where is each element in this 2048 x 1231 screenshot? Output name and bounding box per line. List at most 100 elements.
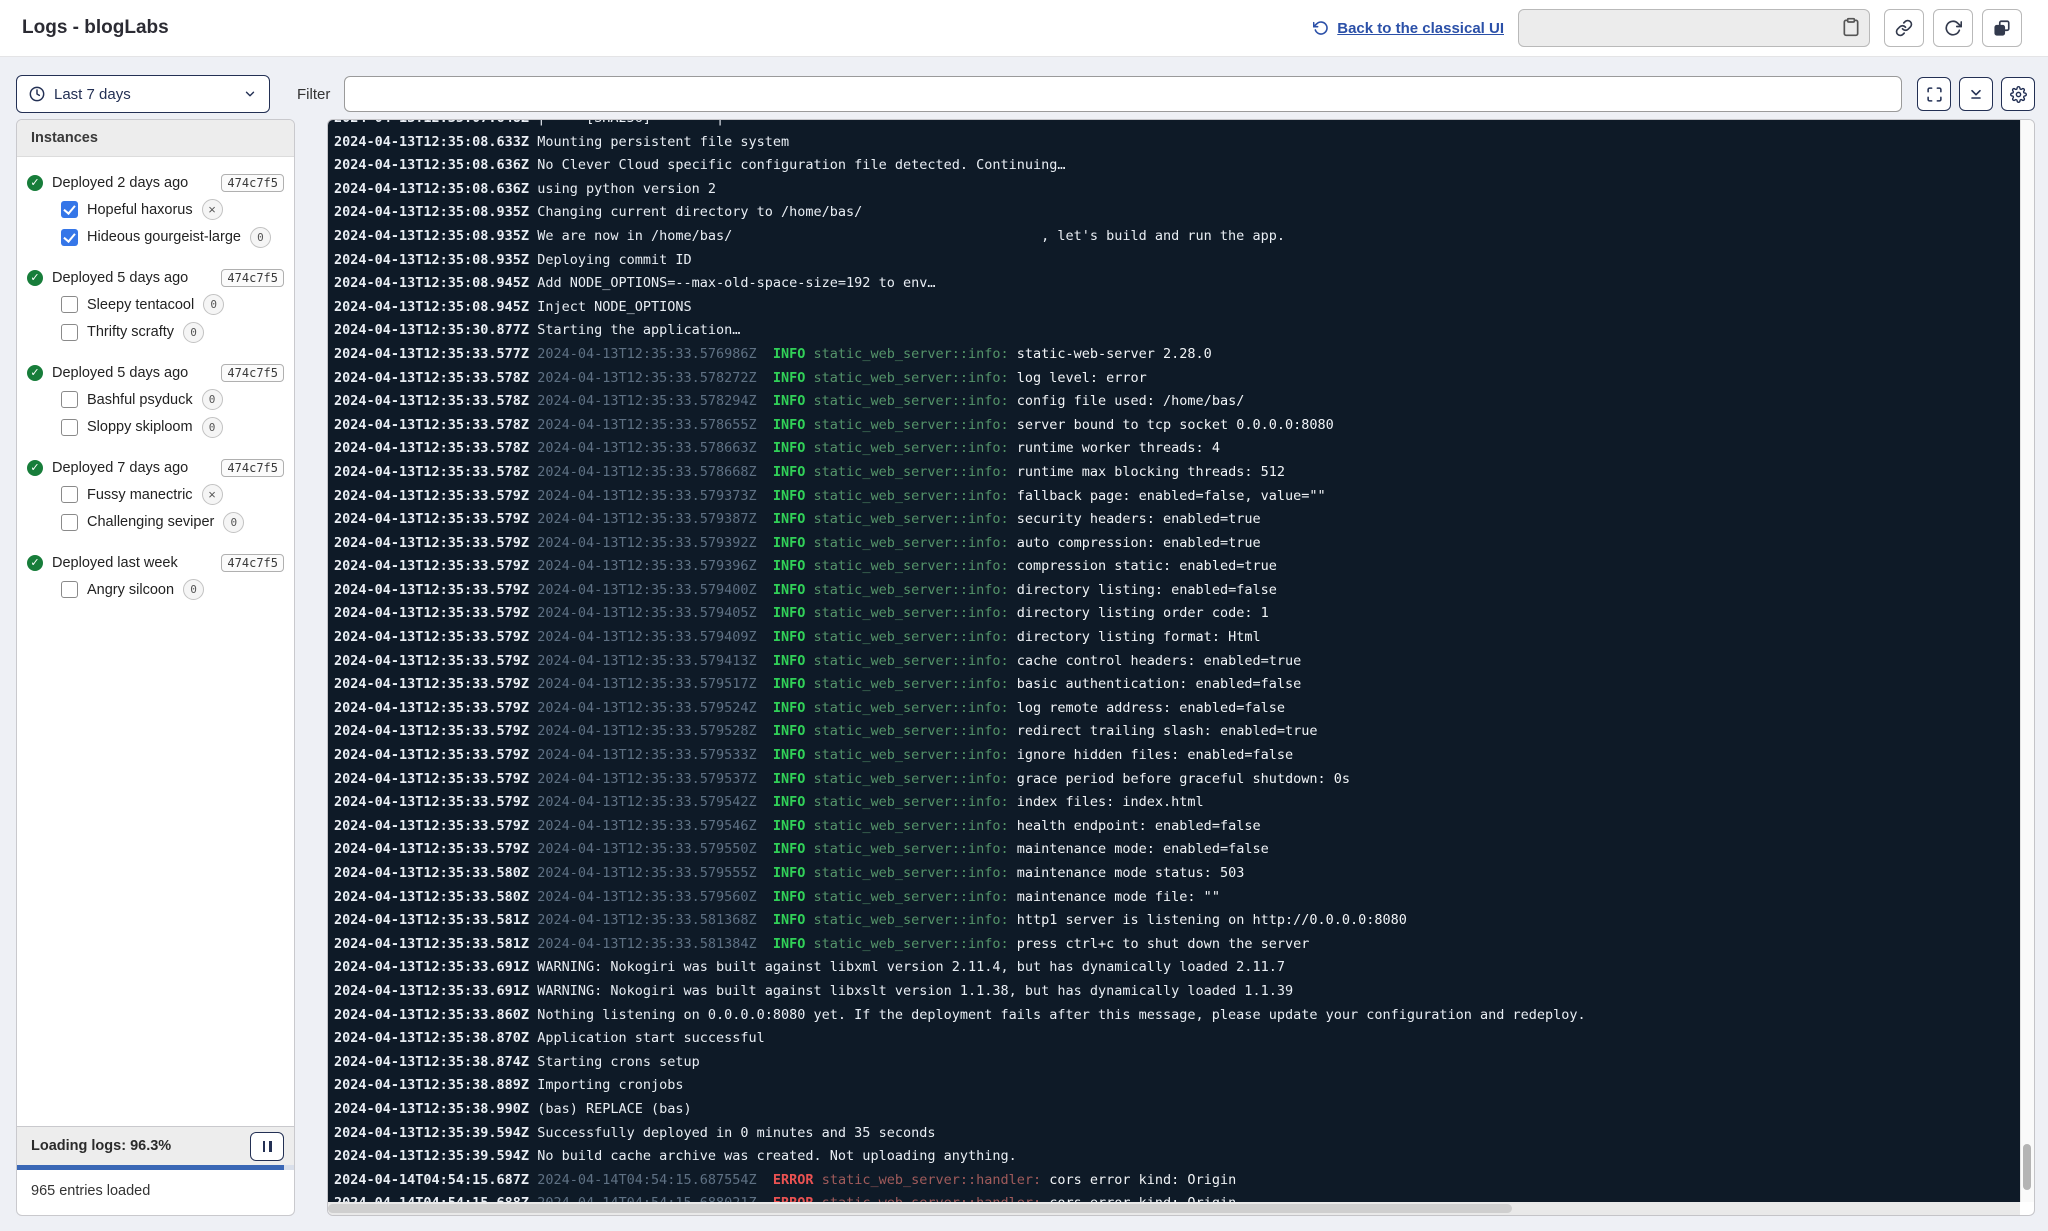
top-bar-actions: Back to the classical UI [1313, 9, 2022, 47]
log-level: INFO [773, 605, 814, 621]
log-line: 2024-04-13T12:35:33.579Z 2024-04-13T12:3… [334, 673, 2020, 697]
log-level: INFO [773, 511, 814, 527]
copy-link-button[interactable] [1884, 9, 1924, 47]
instance-row[interactable]: Sloppy skiploom0 [27, 414, 284, 442]
horizontal-scrollbar-thumb[interactable] [328, 1204, 1512, 1213]
log-level: INFO [773, 771, 814, 787]
instance-checkbox[interactable] [61, 296, 78, 313]
log-timestamp: 2024-04-13T12:35:33.580Z [334, 889, 537, 905]
deployment-label: Deployed 5 days ago [52, 270, 188, 286]
instance-row[interactable]: Sleepy tentacool0 [27, 291, 284, 319]
log-message: auto compression: enabled=true [1017, 535, 1261, 551]
log-timestamp: 2024-04-13T12:35:33.579Z [334, 488, 537, 504]
vertical-scrollbar-thumb[interactable] [2023, 1144, 2031, 1190]
instance-checkbox[interactable] [61, 486, 78, 503]
log-console: 2024-04-13T12:35:07.648Z | [SHA256] |202… [327, 119, 2035, 1216]
log-level: INFO [773, 440, 814, 456]
log-timestamp-precise: 2024-04-14T04:54:15.687554Z [537, 1172, 773, 1188]
instance-row[interactable]: Hopeful haxorus× [27, 196, 284, 224]
log-timestamp-precise: 2024-04-13T12:35:33.579537Z [537, 771, 773, 787]
instance-name: Sloppy skiploom [87, 419, 193, 435]
content-area: Instances ✓Deployed 2 days ago474c7f5Hop… [16, 119, 2035, 1216]
back-link-label: Back to the classical UI [1337, 20, 1504, 37]
log-timestamp: 2024-04-13T12:35:33.581Z [334, 936, 537, 952]
instance-row[interactable]: Fussy manectric× [27, 481, 284, 509]
instance-checkbox[interactable] [61, 229, 78, 246]
vertical-scrollbar[interactable] [2020, 120, 2034, 1202]
log-timestamp-precise: 2024-04-13T12:35:33.579405Z [537, 605, 773, 621]
instance-row[interactable]: Angry silcoon0 [27, 576, 284, 604]
log-timestamp: 2024-04-13T12:35:33.579Z [334, 794, 537, 810]
duplicate-view-button[interactable] [1982, 9, 2022, 47]
deployment-group-header[interactable]: ✓Deployed 5 days ago474c7f5 [27, 359, 284, 386]
deployment-label: Deployed 2 days ago [52, 175, 188, 191]
log-timestamp: 2024-04-13T12:35:07.648Z [334, 120, 537, 126]
deployment-group-header[interactable]: ✓Deployed 5 days ago474c7f5 [27, 264, 284, 291]
log-message: log remote address: enabled=false [1017, 700, 1285, 716]
date-range-select[interactable]: Last 7 days [16, 75, 270, 113]
instance-name: Angry silcoon [87, 582, 174, 598]
loading-logs-panel: Loading logs: 96.3% 965 entries loaded [17, 1126, 294, 1215]
log-message: Application start successful [537, 1030, 765, 1046]
log-message: directory listing order code: 1 [1017, 605, 1269, 621]
log-message: redirect trailing slash: enabled=true [1017, 723, 1318, 739]
back-to-classical-ui-link[interactable]: Back to the classical UI [1313, 20, 1504, 37]
instance-checkbox[interactable] [61, 514, 78, 531]
log-source: static_web_server::info: [814, 535, 1017, 551]
log-timestamp: 2024-04-14T04:54:15.687Z [334, 1172, 537, 1188]
instance-row[interactable]: Bashful psyduck0 [27, 386, 284, 414]
instance-checkbox[interactable] [61, 324, 78, 341]
refresh-button[interactable] [1933, 9, 1973, 47]
log-message: fallback page: enabled=false, value="" [1017, 488, 1326, 504]
log-timestamp-precise: 2024-04-13T12:35:33.579533Z [537, 747, 773, 763]
scroll-to-bottom-button[interactable] [1959, 77, 1993, 111]
log-line: 2024-04-13T12:35:33.578Z 2024-04-13T12:3… [334, 367, 2020, 391]
clipboard-icon[interactable] [1841, 17, 1861, 37]
log-message: config file used: /home/bas/ [1017, 393, 1245, 409]
log-message: ignore hidden files: enabled=false [1017, 747, 1293, 763]
instance-row[interactable]: Challenging seviper0 [27, 509, 284, 537]
log-level: INFO [773, 393, 814, 409]
log-timestamp-precise: 2024-04-13T12:35:33.578668Z [537, 464, 773, 480]
log-line: 2024-04-13T12:35:08.633Z Mounting persis… [334, 131, 2020, 155]
log-timestamp: 2024-04-13T12:35:39.594Z [334, 1148, 537, 1164]
log-message: Deploying commit ID [537, 252, 691, 268]
log-message: using python version 2 [537, 181, 716, 197]
log-message: grace period before graceful shutdown: 0… [1017, 771, 1350, 787]
log-message: index files: index.html [1017, 794, 1204, 810]
log-options-button[interactable] [2001, 77, 2035, 111]
copy-icon [1993, 19, 2011, 37]
log-line: 2024-04-13T12:35:33.581Z 2024-04-13T12:3… [334, 933, 2020, 957]
pause-loading-button[interactable] [250, 1132, 284, 1161]
instance-checkbox[interactable] [61, 581, 78, 598]
log-message: health endpoint: enabled=false [1017, 818, 1261, 834]
log-message: Nothing listening on 0.0.0.0:8080 yet. I… [537, 1007, 1585, 1023]
log-line: 2024-04-13T12:35:08.945Z Inject NODE_OPT… [334, 296, 2020, 320]
log-source: static_web_server::info: [814, 370, 1017, 386]
horizontal-scrollbar[interactable] [328, 1202, 2020, 1215]
log-line: 2024-04-13T12:35:33.860Z Nothing listeni… [334, 1004, 2020, 1028]
gear-icon [2010, 86, 2027, 103]
log-timestamp: 2024-04-13T12:35:33.579Z [334, 771, 537, 787]
log-line: 2024-04-13T12:35:33.579Z 2024-04-13T12:3… [334, 508, 2020, 532]
instance-checkbox[interactable] [61, 419, 78, 436]
log-message: server bound to tcp socket 0.0.0.0:8080 [1017, 417, 1334, 433]
instance-row[interactable]: Hideous gourgeist-large0 [27, 224, 284, 252]
log-source: static_web_server::info: [814, 841, 1017, 857]
instance-checkbox[interactable] [61, 391, 78, 408]
instance-checkbox[interactable] [61, 201, 78, 218]
deployment-label: Deployed 5 days ago [52, 365, 188, 381]
commit-hash-badge: 474c7f5 [221, 364, 284, 382]
instance-row[interactable]: Thrifty scrafty0 [27, 319, 284, 347]
fullscreen-button[interactable] [1917, 77, 1951, 111]
filter-input[interactable] [344, 76, 1902, 112]
log-message: static-web-server 2.28.0 [1017, 346, 1212, 362]
deployment-group-header[interactable]: ✓Deployed 7 days ago474c7f5 [27, 454, 284, 481]
instance-id-input[interactable] [1518, 9, 1870, 47]
deployment-group-header[interactable]: ✓Deployed 2 days ago474c7f5 [27, 169, 284, 196]
log-line: 2024-04-13T12:35:33.580Z 2024-04-13T12:3… [334, 886, 2020, 910]
log-message: directory listing: enabled=false [1017, 582, 1277, 598]
log-line: 2024-04-13T12:35:33.579Z 2024-04-13T12:3… [334, 485, 2020, 509]
deployment-group-header[interactable]: ✓Deployed last week474c7f5 [27, 549, 284, 576]
log-level: ERROR [773, 1195, 822, 1202]
